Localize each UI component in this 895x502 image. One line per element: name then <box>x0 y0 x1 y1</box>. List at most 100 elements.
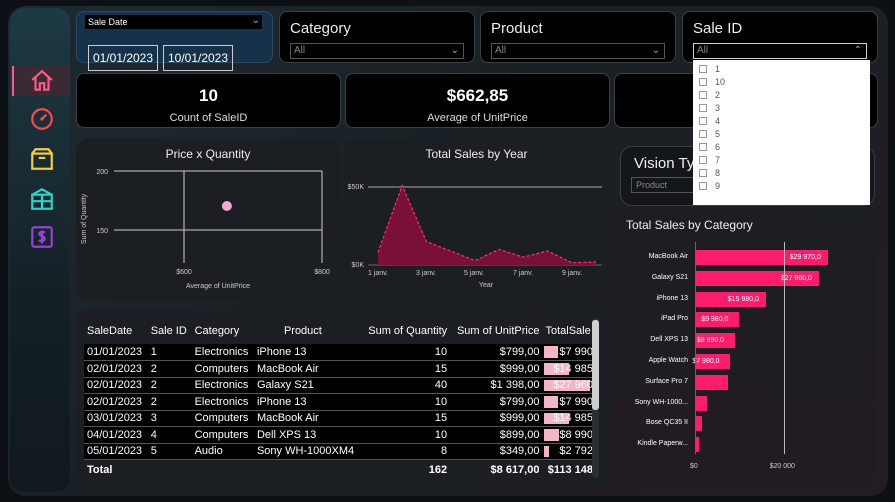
x-axis-title: Average of UnitPrice <box>186 283 250 290</box>
scatter-point[interactable] <box>221 201 232 211</box>
chevron-down-icon: ⌄ <box>651 45 660 56</box>
category-select[interactable]: All ⌄ <box>290 43 464 59</box>
option-label: 10 <box>715 77 726 87</box>
x-tick-label: $800 <box>314 269 330 276</box>
option-label: 6 <box>715 142 721 152</box>
cell-unit-price: $1 398,00 <box>450 377 543 394</box>
table-row[interactable]: 02/01/2023 2 Electronics iPhone 13 10 $799,00… <box>84 393 596 411</box>
date-to-input[interactable]: 10/01/2023 <box>163 45 233 71</box>
checkbox[interactable] <box>699 78 707 86</box>
category-label: iPad Pro <box>661 315 688 323</box>
nav-home[interactable] <box>12 66 70 96</box>
dropdown-option[interactable]: 9 <box>699 181 720 191</box>
bar-value-label: $9 980,0 <box>701 316 729 324</box>
cell-product: iPhone 13 <box>253 344 362 361</box>
column-header[interactable]: Sum of UnitPrice <box>450 318 542 344</box>
checkbox[interactable] <box>699 156 707 164</box>
column-header[interactable]: Product <box>254 318 362 344</box>
nav-performance[interactable] <box>24 104 60 134</box>
nav-products[interactable] <box>24 144 60 174</box>
option-label: 9 <box>715 181 721 191</box>
cell-unit-price: $999,00 <box>450 410 543 427</box>
dropdown-option[interactable]: 2 <box>699 90 720 100</box>
dropdown-option[interactable]: 8 <box>699 168 720 178</box>
cell-date: 05/01/2023 <box>84 443 148 460</box>
cell-total: $14 985 <box>542 410 596 427</box>
checkbox[interactable] <box>699 91 707 99</box>
table-row[interactable]: 03/01/2023 3 Computers MacBook Air 15 $999,00… <box>84 410 596 427</box>
category-bar[interactable] <box>695 395 708 411</box>
bar-value-label: $29 970,0 <box>789 254 821 261</box>
cell-category: Computers <box>191 360 254 378</box>
data-bar <box>544 396 558 408</box>
dropdown-option[interactable]: 1 <box>699 64 720 74</box>
total-value: $14 985 <box>553 362 593 375</box>
category-label: Sony WH-1000... <box>634 398 688 406</box>
nav-sales[interactable] <box>24 222 60 252</box>
kpi-avg-price-value: $662,85 <box>446 86 509 105</box>
category-label: iPhone 13 <box>656 294 688 302</box>
date-from-input[interactable]: 01/01/2023 <box>88 45 158 71</box>
package-icon <box>31 188 53 210</box>
product-slicer: Product All ⌄ <box>480 11 676 63</box>
table-panel: SaleDate Sale ID Category Product Sum of… <box>76 310 608 488</box>
checkbox[interactable] <box>699 65 707 73</box>
cell-id: 1 <box>147 344 192 361</box>
table-row[interactable]: 04/01/2023 4 Computers Dell XPS 13 10 $899,00… <box>84 426 596 444</box>
dropdown-option[interactable]: 4 <box>699 116 720 126</box>
dropdown-option[interactable]: 6 <box>699 142 720 152</box>
nav-inventory[interactable] <box>24 184 60 214</box>
chevron-down-icon[interactable]: ⌄ <box>252 15 260 26</box>
chevron-up-icon: ⌃ <box>853 45 862 56</box>
vision-type-select[interactable]: Product <box>631 177 696 193</box>
option-label: 2 <box>715 90 721 100</box>
cell-total: $8 990 <box>542 426 596 444</box>
dropdown-option[interactable]: 5 <box>699 129 720 139</box>
table-total-row: Total 162 $8 617,00 $113 148 <box>84 460 596 480</box>
x-axis-title: Year <box>479 282 494 289</box>
checkbox[interactable] <box>699 130 707 138</box>
column-header[interactable]: SaleDate <box>84 318 148 344</box>
dropdown-option[interactable]: 7 <box>699 155 720 165</box>
cell-date: 03/01/2023 <box>84 410 148 427</box>
sale-id-select[interactable]: All ⌃ <box>693 43 867 59</box>
dropdown-option[interactable]: 3 <box>699 103 720 113</box>
cell-unit-price: $899,00 <box>450 426 543 444</box>
category-bar[interactable] <box>695 374 729 390</box>
checkbox[interactable] <box>699 104 707 112</box>
category-label: Kindle Paperw... <box>637 440 688 448</box>
option-label: 5 <box>715 129 721 139</box>
cell-unit-price: $799,00 <box>450 344 543 361</box>
checkbox[interactable] <box>699 169 707 177</box>
cell-total: $7 990 <box>542 393 596 411</box>
sale-id-slicer: Sale ID All ⌃ <box>682 11 878 63</box>
kpi-avg-price-card: $662,85 Average of UnitPrice <box>345 73 610 128</box>
table-row[interactable]: 01/01/2023 1 Electronics iPhone 13 10 $799,00… <box>84 344 596 361</box>
table-row[interactable]: 02/01/2023 2 Computers MacBook Air 15 $999,00… <box>84 360 596 378</box>
checkbox[interactable] <box>699 117 707 125</box>
table-row[interactable]: 02/01/2023 2 Electronics Galaxy S21 40 $1 398… <box>84 377 596 394</box>
column-header[interactable]: Sum of Quantity <box>362 318 451 344</box>
option-label: 3 <box>715 103 721 113</box>
category-label: MacBook Air <box>648 253 688 260</box>
cell-date: 02/01/2023 <box>84 360 148 378</box>
table-row[interactable]: 05/01/2023 5 Audio Sony WH-1000XM4 8 $349,00 $… <box>84 443 596 460</box>
product-title: Product <box>491 20 543 37</box>
product-value: All <box>495 45 507 56</box>
column-header[interactable]: Category <box>192 318 254 344</box>
column-header[interactable]: TotalSale <box>542 318 596 344</box>
column-header[interactable]: Sale ID <box>148 318 192 344</box>
scrollbar-thumb[interactable] <box>592 320 599 410</box>
dropdown-option[interactable]: 10 <box>699 77 725 87</box>
x-tick-label: $20 000 <box>769 463 795 470</box>
total-value: $2 792 <box>559 445 593 458</box>
cell-quantity: 40 <box>361 377 451 394</box>
option-label: 7 <box>715 155 721 165</box>
checkbox[interactable] <box>699 143 707 151</box>
checkbox[interactable] <box>699 182 707 190</box>
sale-id-title: Sale ID <box>693 20 743 37</box>
cell-product: Dell XPS 13 <box>253 426 362 444</box>
kpi-count-card: 10 Count of SaleID <box>76 73 341 128</box>
total-value: $14 985 <box>553 412 593 425</box>
product-select[interactable]: All ⌄ <box>491 43 665 59</box>
